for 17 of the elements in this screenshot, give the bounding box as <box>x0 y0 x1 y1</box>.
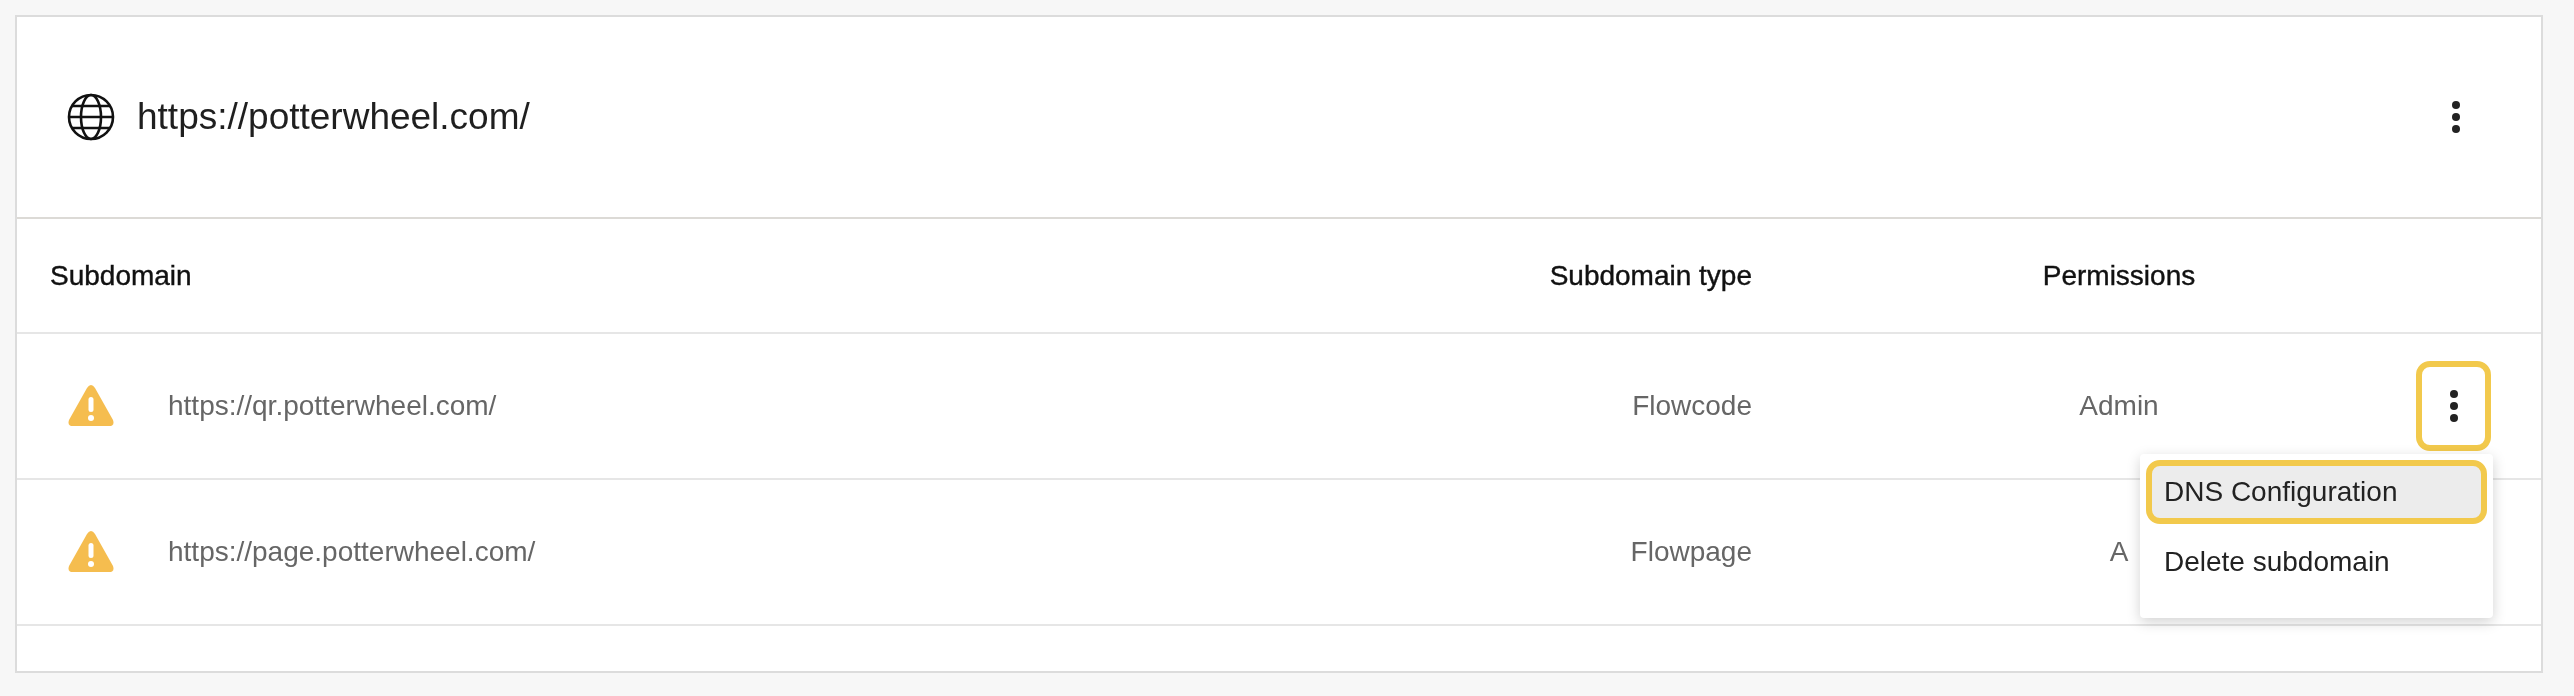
column-header: Subdomain <box>50 258 192 293</box>
subdomain-url: https://page.potterwheel.com/ <box>168 535 536 569</box>
column-header: Permissions <box>2042 258 2196 293</box>
permission-text: A <box>2109 535 2129 569</box>
column-header: Subdomain type <box>1549 258 1752 293</box>
warning-icon <box>67 530 115 574</box>
subdomain-type: Flowpage <box>1630 535 1752 569</box>
subdomain-url: https://qr.potterwheel.com/ <box>168 389 497 423</box>
domain-title: https://potterwheel.com/ <box>137 95 531 140</box>
subdomain-type: Flowcode <box>1632 389 1752 423</box>
warning-icon <box>67 384 115 428</box>
menu-item[interactable]: Delete subdomain <box>2146 530 2487 594</box>
more-icon <box>2448 390 2459 422</box>
globe-icon <box>67 93 115 141</box>
permission-text: Admin <box>2079 389 2159 423</box>
more-icon <box>2450 101 2461 133</box>
menu-item[interactable]: DNS Configuration <box>2146 460 2487 524</box>
